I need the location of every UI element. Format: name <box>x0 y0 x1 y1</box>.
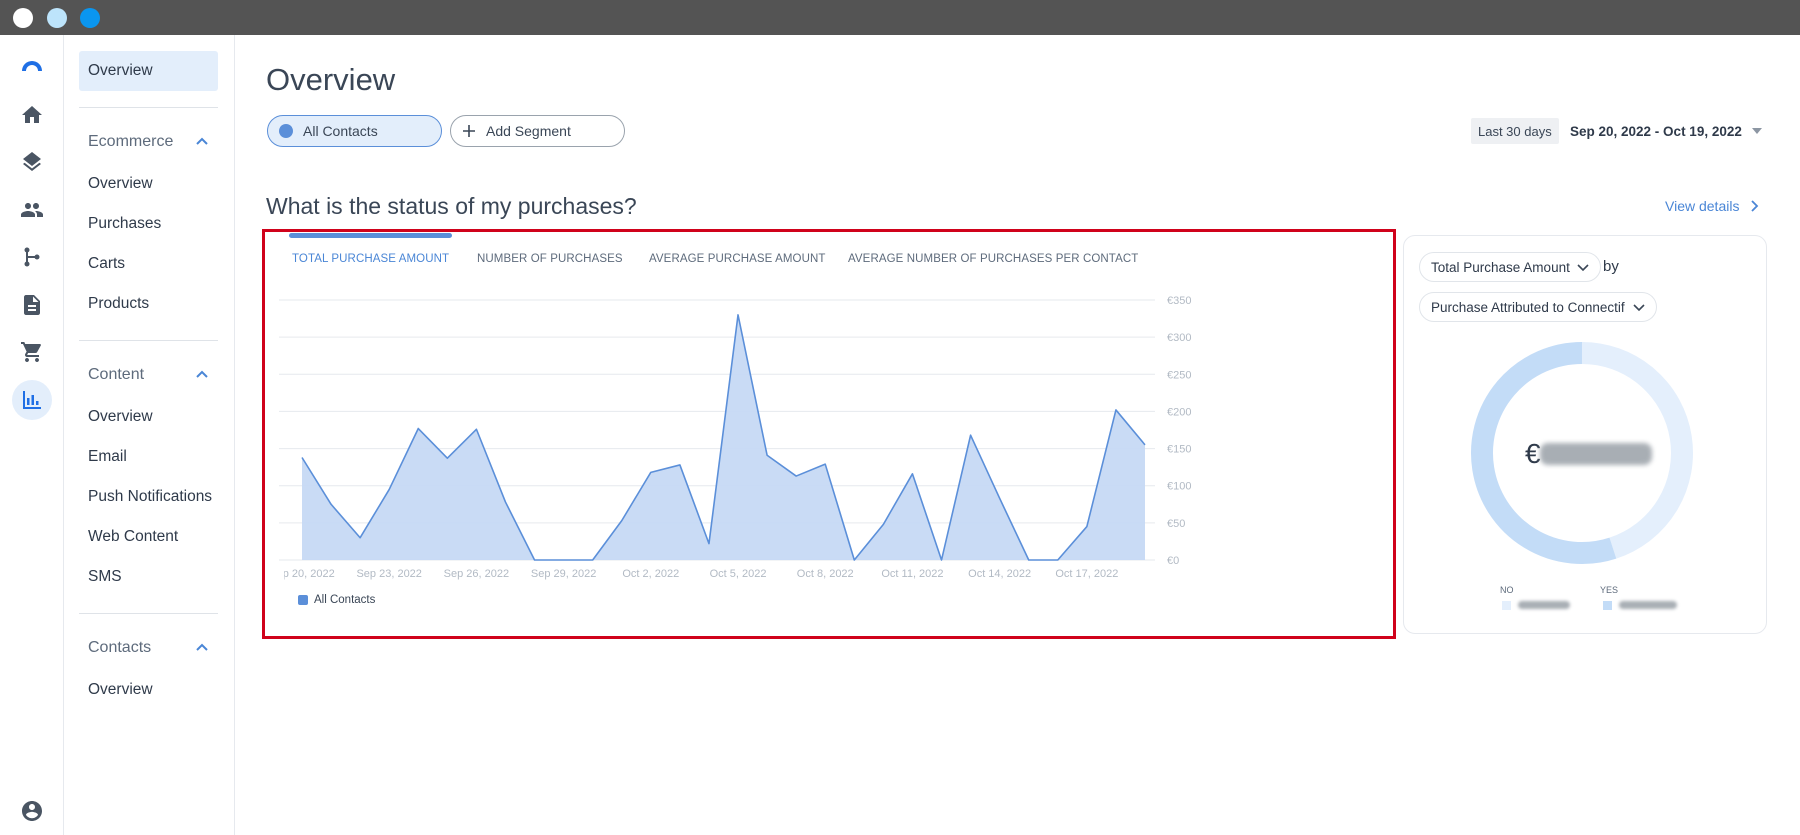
axis-mask <box>275 562 284 580</box>
metric-dropdown[interactable]: Total Purchase Amount <box>1419 252 1601 282</box>
nav-content-web-content[interactable]: Web Content <box>79 517 218 557</box>
layers-icon[interactable] <box>12 142 52 182</box>
date-range-picker[interactable]: Sep 20, 2022 - Oct 19, 2022 <box>1570 118 1762 144</box>
chart-legend: All Contacts <box>298 594 375 606</box>
active-tab-indicator <box>289 233 452 238</box>
x-tick-label: Sep 26, 2022 <box>444 568 509 580</box>
window-minimize-button[interactable] <box>47 8 67 28</box>
people-icon[interactable] <box>12 190 52 230</box>
y-tick-label: €0 <box>1167 555 1179 567</box>
x-tick-label: Oct 17, 2022 <box>1055 568 1118 580</box>
nav-section-ecommerce[interactable]: Ecommerce <box>79 127 218 157</box>
x-tick-label: Oct 14, 2022 <box>968 568 1031 580</box>
dimension-dropdown-value: Purchase Attributed to Connectif <box>1431 299 1625 315</box>
icon-rail <box>0 35 64 835</box>
add-segment-button[interactable]: Add Segment <box>450 115 625 147</box>
legend-swatch <box>298 595 308 605</box>
legend-no-label: NO <box>1500 585 1514 595</box>
nav-divider <box>79 613 218 614</box>
document-icon[interactable] <box>12 285 52 325</box>
date-preset-chip[interactable]: Last 30 days <box>1471 118 1559 144</box>
legend-no-swatch <box>1502 601 1511 610</box>
chevron-right-icon <box>1751 200 1759 212</box>
nav-overview[interactable]: Overview <box>79 51 218 91</box>
y-tick-label: €100 <box>1167 481 1191 493</box>
window-close-button[interactable] <box>13 8 33 28</box>
x-tick-label: Oct 2, 2022 <box>622 568 679 580</box>
analytics-icon[interactable] <box>12 380 52 420</box>
legend-label[interactable]: All Contacts <box>314 594 375 606</box>
redacted-yes-value <box>1619 601 1677 609</box>
plus-icon <box>463 125 475 137</box>
nav-section-contacts[interactable]: Contacts <box>79 633 218 663</box>
legend-yes-label: YES <box>1600 585 1619 595</box>
x-tick-label: Sep 23, 2022 <box>356 568 421 580</box>
nav-section-title: Contacts <box>88 639 152 656</box>
redacted-no-value <box>1518 601 1570 609</box>
dimension-dropdown[interactable]: Purchase Attributed to Connectif <box>1419 292 1657 322</box>
nav-ecommerce-purchases[interactable]: Purchases <box>79 204 218 244</box>
cart-icon[interactable] <box>12 332 52 372</box>
donut-total-currency: € <box>1525 438 1541 469</box>
redacted-total-value <box>1540 443 1652 465</box>
y-tick-label: €350 <box>1167 295 1191 307</box>
purchase-amount-area-chart: €0€50€100€150€200€250€300€350Sep 20, 202… <box>275 295 1191 580</box>
y-tick-label: €300 <box>1167 332 1191 344</box>
brand-logo-icon[interactable] <box>12 47 52 87</box>
nav-content-overview[interactable]: Overview <box>79 397 218 437</box>
nav-section-title: Content <box>88 366 145 383</box>
chevron-up-icon <box>196 370 208 378</box>
caret-down-icon <box>1751 128 1762 134</box>
y-tick-label: €200 <box>1167 406 1191 418</box>
tab-average-purchases-per-contact[interactable]: AVERAGE NUMBER OF PURCHASES PER CONTACT <box>848 253 1138 265</box>
nav-section-title: Ecommerce <box>88 133 174 150</box>
section-title: What is the status of my purchases? <box>266 193 637 219</box>
nav-contacts-overview[interactable]: Overview <box>79 670 218 710</box>
metric-dropdown-value: Total Purchase Amount <box>1431 259 1570 275</box>
y-tick-label: €50 <box>1167 518 1185 530</box>
page-title: Overview <box>266 62 396 97</box>
tab-average-purchase-amount[interactable]: AVERAGE PURCHASE AMOUNT <box>649 253 826 265</box>
x-tick-label: Sep 29, 2022 <box>531 568 596 580</box>
date-range-label: Sep 20, 2022 - Oct 19, 2022 <box>1570 123 1742 139</box>
nav-content-push-notifications[interactable]: Push Notifications <box>79 477 218 517</box>
nav-ecommerce-products[interactable]: Products <box>79 284 218 324</box>
chevron-down-icon <box>1577 264 1589 272</box>
section-nav: Overview Ecommerce Overview Purchases Ca… <box>64 35 235 835</box>
tab-number-of-purchases[interactable]: NUMBER OF PURCHASES <box>477 253 623 265</box>
window-maximize-button[interactable] <box>80 8 100 28</box>
legend-yes-swatch <box>1603 601 1612 610</box>
nav-divider <box>79 340 218 341</box>
add-segment-label: Add Segment <box>486 123 571 139</box>
y-tick-label: €150 <box>1167 444 1191 456</box>
by-label: by <box>1603 258 1619 275</box>
segment-color-dot <box>279 124 293 138</box>
chevron-up-icon <box>196 643 208 651</box>
home-icon[interactable] <box>12 95 52 135</box>
x-tick-label: Oct 5, 2022 <box>710 568 767 580</box>
nav-section-content[interactable]: Content <box>79 360 218 390</box>
view-details-link[interactable]: View details <box>1665 198 1761 214</box>
chevron-up-icon <box>196 137 208 145</box>
nav-divider <box>79 107 218 108</box>
nav-content-email[interactable]: Email <box>79 437 218 477</box>
nav-ecommerce-overview[interactable]: Overview <box>79 164 218 204</box>
tab-total-purchase-amount[interactable]: TOTAL PURCHASE AMOUNT <box>292 253 449 265</box>
y-tick-label: €250 <box>1167 369 1191 381</box>
view-details-label: View details <box>1665 198 1740 214</box>
workflow-icon[interactable] <box>12 237 52 277</box>
nav-ecommerce-carts[interactable]: Carts <box>79 244 218 284</box>
x-tick-label: Oct 8, 2022 <box>797 568 854 580</box>
segment-all-contacts-chip[interactable]: All Contacts <box>267 115 442 147</box>
segment-label: All Contacts <box>303 123 378 139</box>
account-icon[interactable] <box>20 799 44 823</box>
x-tick-label: Oct 11, 2022 <box>881 568 943 580</box>
window-titlebar <box>0 0 1800 35</box>
nav-content-sms[interactable]: SMS <box>79 557 218 597</box>
chevron-down-icon <box>1633 304 1645 312</box>
